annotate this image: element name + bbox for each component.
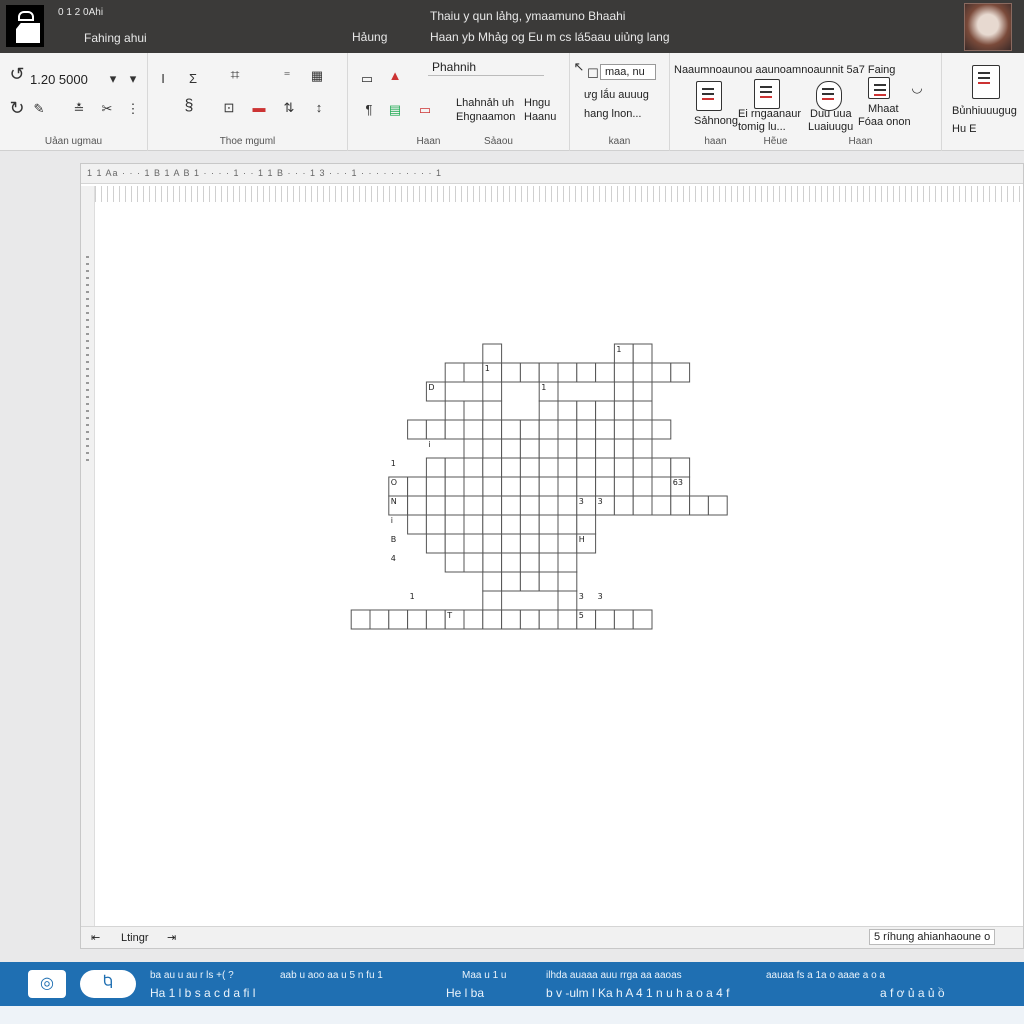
highlight-icon[interactable]: ▬ xyxy=(250,99,268,117)
borders-icon[interactable]: ▤ xyxy=(386,101,404,119)
format-painter-icon[interactable]: ✂ xyxy=(98,100,116,118)
insert-header: Naaumnoaunou aaunoamnoaunnit 5a7 Faing xyxy=(674,64,896,76)
find-option-2[interactable]: hang lnon... xyxy=(584,108,642,120)
insert-list-icon[interactable] xyxy=(754,79,780,109)
ribbon: ↺ 1.20 5000 ▾ ▾ ↻ ✎ ≛ ✂ ⋮ Uảan ugmau I Σ… xyxy=(0,53,1024,151)
heading-icon[interactable]: Σ xyxy=(184,70,202,88)
ribbon-group-label: Uảan ugmau xyxy=(44,136,103,147)
style-text-2[interactable]: Ehgnaamon xyxy=(456,111,515,123)
scroll-right-icon[interactable]: ⇥ xyxy=(167,931,176,944)
find-option-1[interactable]: ưg lắu auuug xyxy=(584,89,649,101)
taskbar-app-icon[interactable]: ◎ xyxy=(28,970,66,998)
style-text-4[interactable]: Haanu xyxy=(524,111,556,123)
status-word-count[interactable]: 5 ríhung ahianhaoune o xyxy=(869,929,996,945)
style-dropdown[interactable]: Phahnih xyxy=(428,59,544,76)
status-page-label: Ltingr xyxy=(121,932,149,944)
insert-btn-2-sub[interactable]: tomig lu... xyxy=(738,121,786,133)
horizontal-ruler[interactable] xyxy=(95,186,1023,202)
insert-btn-3-label[interactable]: Duu uua xyxy=(810,108,852,120)
taskbar-text: aauaa fs a 1a o aaae a o a xyxy=(766,970,885,981)
file-name[interactable]: Fahing ahui xyxy=(84,31,147,45)
insert-chart-icon[interactable] xyxy=(868,77,890,99)
taskbar-text: Ha 1 l b s a c d a fi l xyxy=(150,986,256,1000)
shading-icon[interactable]: ▭ xyxy=(416,101,434,119)
side-document-icon[interactable] xyxy=(972,65,1000,99)
insert-btn-4-label[interactable]: Mhaat xyxy=(868,103,899,115)
chevron-down-icon[interactable]: ▾ xyxy=(124,70,142,88)
sort-icon[interactable]: ⇅ xyxy=(280,99,298,117)
taskbar-text: aab u aoo aa u 5 n fu 1 xyxy=(280,970,383,981)
taskbar-text: a f ơ ủ a ủ ồ xyxy=(880,986,945,1000)
side-btn-2-label[interactable]: Hu E xyxy=(952,123,976,135)
taskbar-text: He l ba xyxy=(446,986,485,1000)
font-color-icon[interactable]: ▲ xyxy=(386,67,404,85)
taskbar-text: ilhda auaaa auu rrga aa aaoas xyxy=(546,970,682,981)
taskbar-text: b v -ulm l Ka h A 4 1 n u h a o a 4 f xyxy=(546,986,730,1000)
insert-btn-2-label[interactable]: Ei rngaanaur xyxy=(738,108,801,120)
insert-btn-4-sub[interactable]: Fóaa onon xyxy=(858,116,911,128)
taskbar: ◎ Ⴉ ba au u au r ls +( ? aab u aoo aa u … xyxy=(0,962,1024,1006)
insert-link-icon[interactable] xyxy=(816,81,842,111)
vertical-ruler[interactable] xyxy=(81,186,95,926)
side-btn-1-label[interactable]: Bủnhiuuugug xyxy=(952,105,1017,117)
scroll-left-icon[interactable]: ⇤ xyxy=(91,931,100,944)
table-icon[interactable]: ▦ xyxy=(308,67,326,85)
sigma-icon[interactable]: § xyxy=(180,97,198,115)
find-box[interactable]: maa, nu xyxy=(600,64,656,80)
line-spacing-icon[interactable]: ↕ xyxy=(310,99,328,117)
insert-document-icon[interactable] xyxy=(696,81,722,111)
document-window: 1 1 Aa · · · 1 B 1 A B 1 · · · · 1 · · 1… xyxy=(80,163,1024,949)
more-icon[interactable]: ⋮ xyxy=(124,100,142,118)
clear-format-icon[interactable]: ✎ xyxy=(30,100,48,118)
tab-home[interactable]: Hảung xyxy=(352,30,387,44)
chevron-down-icon[interactable]: ▾ xyxy=(104,70,122,88)
tab-strip[interactable]: Haan yb Mhảg og Eu m cs lá5aau uiủng lan… xyxy=(430,30,670,44)
ribbon-group-side: Bủnhiuuugug Hu E xyxy=(942,53,1024,151)
font-size-box[interactable]: 1.20 5000 xyxy=(30,72,88,87)
taskbar-bottom-strip xyxy=(0,1006,1024,1024)
insert-btn-3-sub[interactable]: Luaiuugu xyxy=(808,121,853,133)
style-gallery-icon[interactable]: ▭ xyxy=(358,70,376,88)
bullets-icon[interactable]: ⁼ xyxy=(278,67,296,85)
insert-btn-1-label[interactable]: Sảhnong xyxy=(694,115,738,127)
document-page[interactable] xyxy=(96,202,1023,926)
redo-icon[interactable]: ↻ xyxy=(8,99,26,117)
align-icon[interactable]: ≛ xyxy=(70,100,88,118)
taskbar-window-icon[interactable]: Ⴉ xyxy=(80,970,136,998)
quick-access-label: 0 1 2 0Ahi xyxy=(58,7,104,18)
document-toolbar[interactable]: 1 1 Aa · · · 1 B 1 A B 1 · · · · 1 · · 1… xyxy=(81,164,1023,184)
style-text-1[interactable]: Lhahnảh uh xyxy=(456,97,514,109)
taskbar-text: Maa u 1 u xyxy=(462,970,507,981)
bold-icon[interactable]: I xyxy=(154,70,172,88)
style-text-3[interactable]: Hngu xyxy=(524,97,550,109)
ribbon-group-font: ↺ 1.20 5000 ▾ ▾ ↻ ✎ ≛ ✂ ⋮ Uảan ugmau xyxy=(0,53,148,151)
indent-icon[interactable]: ⊡ xyxy=(220,99,238,117)
pilcrow-icon[interactable]: ¶ xyxy=(360,101,378,119)
insert-shape-icon[interactable]: ◡ xyxy=(908,79,926,97)
undo-icon[interactable]: ↺ xyxy=(8,65,26,83)
title-bar: 0 1 2 0Ahi Fahing ahui Thaiu y qun lảhg,… xyxy=(0,0,1024,53)
shapes-icon[interactable]: ⌗ xyxy=(226,67,244,85)
app-logo-icon[interactable] xyxy=(6,5,44,47)
document-status-bar: ⇤ Ltingr ⇥ 5 ríhung ahianhaoune o xyxy=(81,926,1023,948)
ribbon-group-insert: Naaumnoaunou aaunoamnoaunnit 5a7 Faing S… xyxy=(670,53,942,151)
document-title: Thaiu y qun lảhg, ymaamuno Bhaahi xyxy=(430,9,626,23)
taskbar-text: ba au u au r ls +( ? xyxy=(150,970,234,981)
profile-avatar[interactable] xyxy=(964,3,1012,51)
ribbon-group-label: Haan xyxy=(848,136,873,147)
